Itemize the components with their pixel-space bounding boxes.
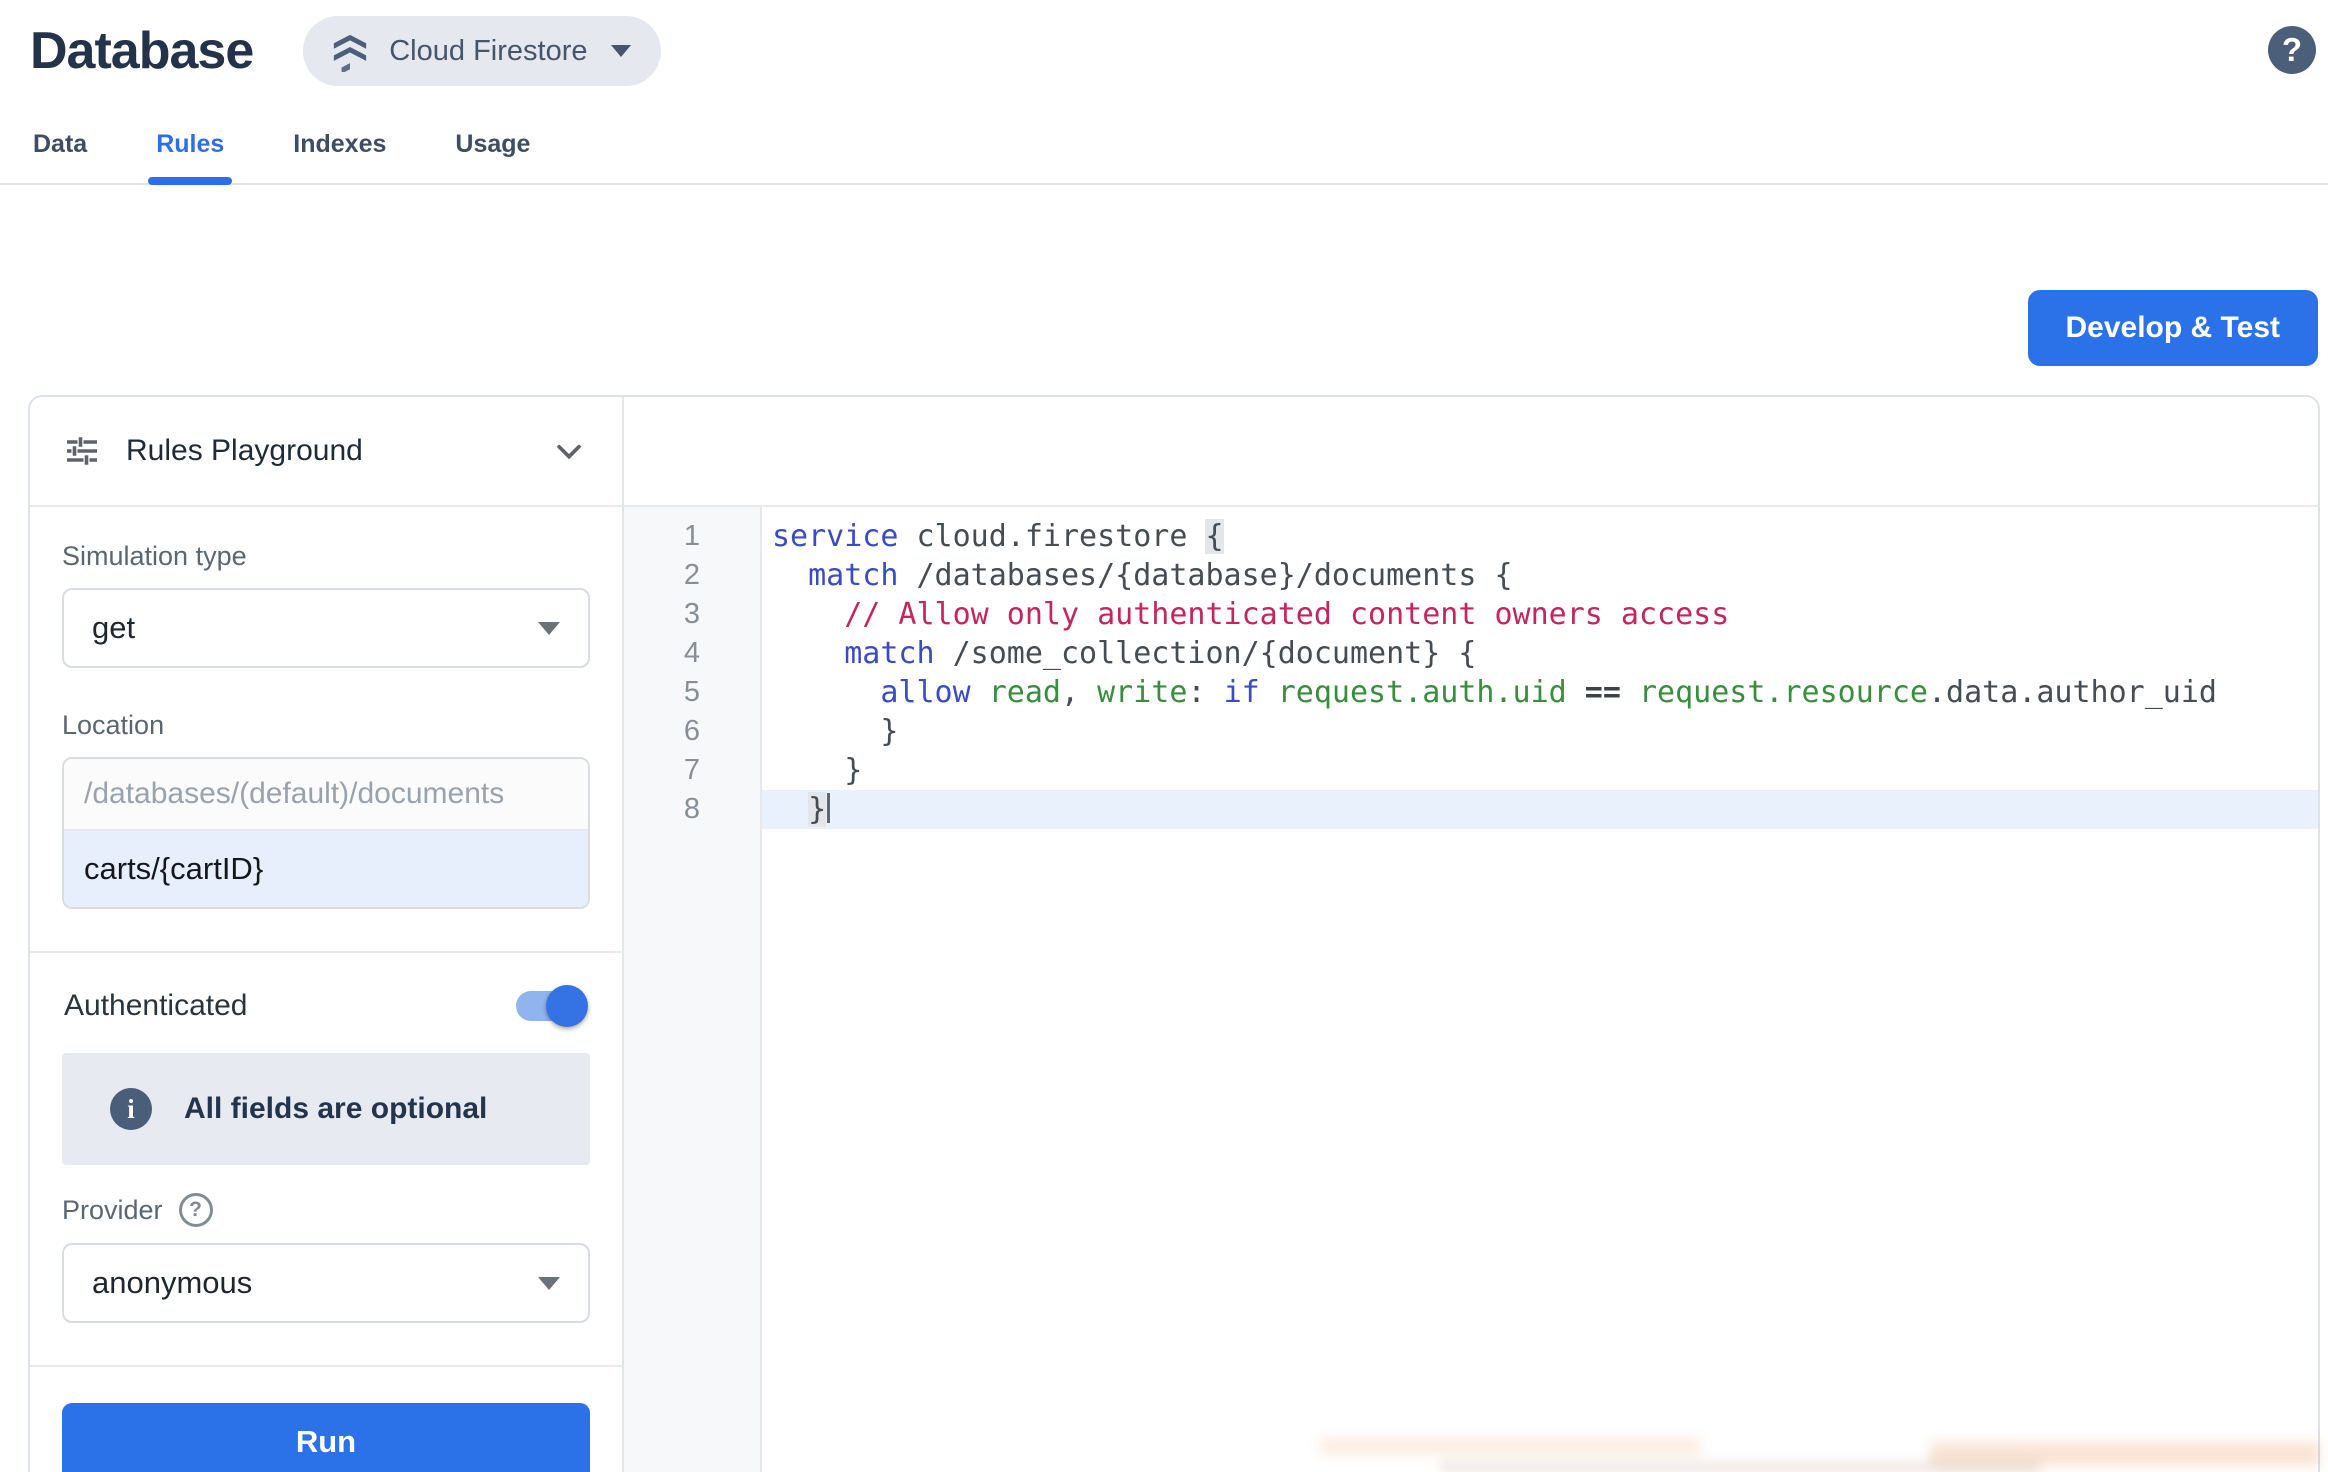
line-number: 8: [624, 790, 760, 829]
code-line-2[interactable]: match /databases/{database}/documents {: [762, 556, 2318, 595]
line-number: 7: [624, 751, 760, 790]
tab-bar: Data Rules Indexes Usage: [0, 114, 2328, 185]
provider-value: anonymous: [92, 1265, 252, 1301]
rules-playground-panel: Rules Playground Simulation type get Loc…: [30, 397, 624, 1472]
info-icon: i: [110, 1088, 152, 1130]
collapse-chevron-icon[interactable]: [552, 434, 586, 468]
line-number: 5: [624, 673, 760, 712]
chevron-down-icon: [611, 45, 631, 57]
product-switcher-chip[interactable]: Cloud Firestore: [303, 16, 661, 86]
code-line-7[interactable]: }: [762, 751, 2318, 790]
code-line-3[interactable]: // Allow only authenticated content owne…: [762, 595, 2318, 634]
location-input[interactable]: carts/{cartID}: [64, 831, 588, 907]
editor-toolbar: [624, 397, 2318, 507]
toggle-thumb: [546, 985, 588, 1027]
dropdown-caret-icon: [538, 1277, 560, 1290]
run-section: Run Want to develop and debug your rules…: [30, 1367, 622, 1472]
simulation-type-select[interactable]: get: [62, 588, 590, 668]
code-line-1[interactable]: service cloud.firestore {: [762, 517, 2318, 556]
rules-card: Rules Playground Simulation type get Loc…: [28, 395, 2320, 1472]
tab-indexes[interactable]: Indexes: [291, 114, 388, 183]
code-line-4[interactable]: match /some_collection/{document} {: [762, 634, 2318, 673]
playground-header[interactable]: Rules Playground: [30, 397, 622, 507]
simulation-section: Simulation type get Location /databases/…: [30, 507, 622, 953]
auth-section: Authenticated i All fields are optional …: [30, 953, 622, 1367]
code-line-5[interactable]: allow read, write: if request.auth.uid =…: [762, 673, 2318, 712]
tab-usage[interactable]: Usage: [453, 114, 532, 183]
playground-title: Rules Playground: [126, 434, 552, 468]
firestore-rules-page: Database Cloud Firestore ? Data Rules In…: [0, 0, 2328, 1472]
code-lines[interactable]: service cloud.firestore { match /databas…: [762, 507, 2318, 1472]
info-banner: i All fields are optional: [62, 1053, 590, 1165]
simulation-type-value: get: [92, 610, 135, 646]
code-line-6[interactable]: }: [762, 712, 2318, 751]
location-placeholder[interactable]: /databases/(default)/documents: [64, 759, 588, 831]
gutter: 12345678: [624, 507, 762, 1472]
line-number: 1: [624, 517, 760, 556]
location-field: /databases/(default)/documents carts/{ca…: [62, 757, 590, 909]
tab-data[interactable]: Data: [31, 114, 89, 183]
authenticated-toggle[interactable]: [516, 991, 582, 1021]
tab-rules[interactable]: Rules: [154, 114, 226, 183]
authenticated-label: Authenticated: [64, 989, 247, 1023]
firestore-icon: [329, 30, 371, 72]
line-number: 2: [624, 556, 760, 595]
help-icon[interactable]: ?: [2268, 26, 2316, 74]
provider-help-icon[interactable]: ?: [179, 1193, 213, 1227]
line-number: 6: [624, 712, 760, 751]
line-number: 4: [624, 634, 760, 673]
provider-select[interactable]: anonymous: [62, 1243, 590, 1323]
editor-body: 12345678 service cloud.firestore { match…: [624, 507, 2318, 1472]
info-banner-text: All fields are optional: [184, 1092, 487, 1126]
simulation-type-label: Simulation type: [62, 541, 590, 572]
run-button[interactable]: Run: [62, 1403, 590, 1472]
product-chip-label: Cloud Firestore: [389, 35, 587, 68]
dropdown-caret-icon: [538, 622, 560, 635]
tune-icon: [64, 433, 100, 469]
code-line-8[interactable]: }: [762, 790, 2318, 829]
line-number: 3: [624, 595, 760, 634]
header: Database Cloud Firestore ?: [0, 0, 2328, 86]
provider-label: Provider: [62, 1195, 163, 1226]
rules-editor-panel: 12345678 service cloud.firestore { match…: [624, 397, 2318, 1472]
develop-test-button[interactable]: Develop & Test: [2028, 290, 2319, 366]
location-label: Location: [62, 710, 590, 741]
page-title: Database: [30, 21, 253, 81]
